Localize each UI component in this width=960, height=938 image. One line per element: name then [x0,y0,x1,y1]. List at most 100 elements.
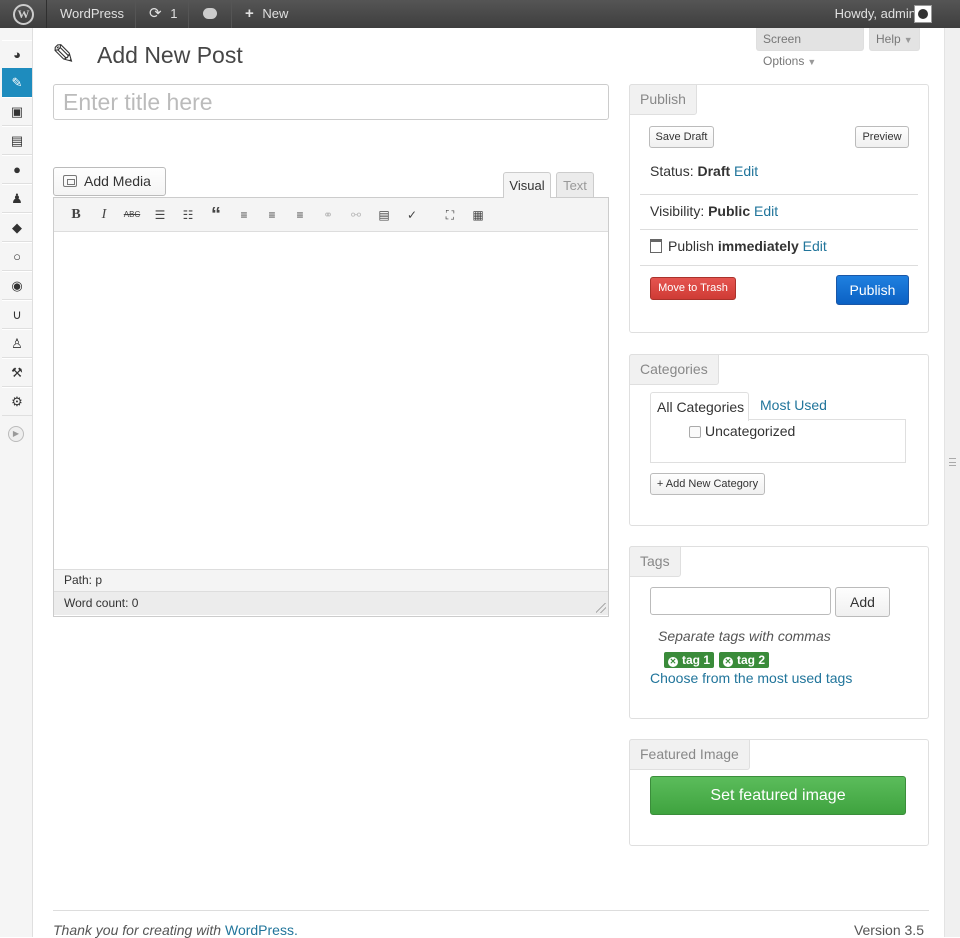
sidebar-item-comments[interactable]: ● [2,155,32,184]
preview-button[interactable]: Preview [855,126,909,148]
category-item[interactable]: Uncategorized [689,423,795,439]
add-media-label: Add Media [84,173,151,189]
bulleted-list-icon[interactable]: ☰ [150,205,170,225]
wordpress-logo-menu[interactable]: W [0,0,47,28]
categories-box: Categories All Categories Most Used Unca… [629,354,929,526]
categories-box-heading[interactable]: Categories [629,354,719,385]
add-tag-button[interactable]: Add [835,587,890,617]
sidebar-item-dashboard[interactable]: ◕ [2,40,32,69]
tab-most-used[interactable]: Most Used [760,397,827,413]
sidebar-item-users-group[interactable]: ♟ [2,184,32,213]
users-icon: ♟ [11,191,23,206]
updates-count: 1 [170,6,178,21]
speech-bubble-icon: ○ [13,249,21,264]
align-center-icon[interactable]: ≡ [262,205,282,225]
sidebar-item-posts[interactable]: ✎ [2,68,32,97]
collapse-menu-icon[interactable]: ▶ [8,426,24,442]
edit-status-link[interactable]: Edit [734,163,758,179]
tag-label: tag 1 [682,653,711,667]
add-new-category-button[interactable]: + Add New Category [650,473,765,495]
kitchen-sink-icon[interactable]: ▦ [468,205,488,225]
gears-icon: ⚙ [11,394,23,409]
sidebar-item-settings[interactable]: ⚙ [2,387,32,416]
edit-visibility-link[interactable]: Edit [754,203,778,219]
choose-most-used-tags-link[interactable]: Choose from the most used tags [650,670,852,686]
scrollbar-grip[interactable] [949,458,956,466]
edit-post-pencil-icon: ✎ [52,39,76,70]
publish-box: Publish Save Draft Preview Status: Draft… [629,84,929,333]
tab-text[interactable]: Text [556,172,594,198]
tags-box-heading[interactable]: Tags [629,546,681,577]
sidebar-item-feedback[interactable]: ◆ [2,213,32,242]
chat-icon: ◆ [12,220,22,235]
sidebar-item-pages[interactable]: ▤ [2,126,32,155]
footer-version: Version 3.5 [853,922,924,938]
remove-tag-icon[interactable]: ✕ [668,657,678,667]
eye-icon: ◉ [11,278,23,293]
publish-box-heading[interactable]: Publish [629,84,697,115]
tag-input[interactable] [650,587,831,615]
screen-options-button[interactable]: Screen Options ▼ [756,28,864,68]
add-media-button[interactable]: Add Media [53,167,166,196]
avatar[interactable] [914,5,932,23]
move-to-trash-button[interactable]: Move to Trash [650,277,736,300]
tag-chip: ✕ tag 2 [719,652,770,668]
plus-icon: + [245,5,254,22]
updates-link[interactable]: ⟳ 1 [136,0,189,28]
divider [640,229,918,230]
save-draft-button[interactable]: Save Draft [649,126,714,148]
comment-bubble-icon [203,8,217,19]
spellcheck-icon[interactable]: ✓ [402,205,422,225]
numbered-list-icon[interactable]: ☷ [178,205,198,225]
wordpress-logo-icon: W [13,4,34,25]
visibility-value: Public [708,203,751,219]
checkbox[interactable] [689,426,701,438]
post-title-input[interactable]: Enter title here [53,84,609,120]
magnet-icon: ∪ [12,307,22,322]
new-label: New [262,6,289,21]
sidebar-item-users[interactable]: ♙ [2,329,32,358]
remove-tag-icon[interactable]: ✕ [723,657,733,667]
align-right-icon[interactable]: ≡ [290,205,310,225]
tags-box: Tags Add Separate tags with commas Choos… [629,546,929,719]
schedule-value: immediately [717,238,799,254]
strikethrough-icon[interactable]: ABC [122,205,142,225]
editor-toolbar: B I ABC ☰ ☷ “ ≡ ≡ ≡ ⚭ ⚯ ▤ ✓ ⛶ ▦ [54,198,608,232]
edit-schedule-link[interactable]: Edit [803,238,827,254]
featured-image-box-heading[interactable]: Featured Image [629,739,750,770]
status-label: Status: [650,163,694,179]
publish-button[interactable]: Publish [836,275,909,305]
resize-handle-icon[interactable] [596,603,606,613]
sidebar-item-plugins[interactable]: ∪ [2,300,32,329]
status-value: Draft [697,163,731,179]
bold-icon[interactable]: B [66,205,86,225]
italic-icon[interactable]: I [94,205,114,225]
align-left-icon[interactable]: ≡ [234,205,254,225]
sidebar-item-appearance[interactable]: ◉ [2,271,32,300]
sidebar-item-media[interactable]: ▣ [2,97,32,126]
new-content-menu[interactable]: + New [232,0,302,28]
fullscreen-icon[interactable]: ⛶ [440,205,460,225]
site-name-link[interactable]: WordPress [47,0,136,28]
footer-wordpress-link[interactable]: WordPress. [225,922,298,938]
tag-chip: ✕ tag 1 [664,652,715,668]
set-featured-image-button[interactable]: Set featured image [650,776,906,815]
tab-all-categories[interactable]: All Categories [650,392,749,421]
screen-options-label: Screen Options [763,32,805,68]
blockquote-icon[interactable]: “ [206,205,226,225]
sidebar-item-tools[interactable]: ⚒ [2,358,32,387]
word-count: Word count: 0 [54,591,608,615]
unlink-icon[interactable]: ⚯ [346,205,366,225]
tab-visual[interactable]: Visual [503,172,551,198]
help-button[interactable]: Help ▼ [869,28,920,51]
divider [640,194,918,195]
media-icon [63,175,77,187]
schedule-label: Publish [668,238,714,254]
pencil-icon: ✎ [11,75,23,90]
sidebar-item-discussion[interactable]: ○ [2,242,32,271]
editor-content-area[interactable] [54,232,608,570]
insert-more-icon[interactable]: ▤ [374,205,394,225]
comments-link[interactable] [189,0,232,28]
insert-link-icon[interactable]: ⚭ [318,205,338,225]
page-scrollbar[interactable] [944,28,960,937]
